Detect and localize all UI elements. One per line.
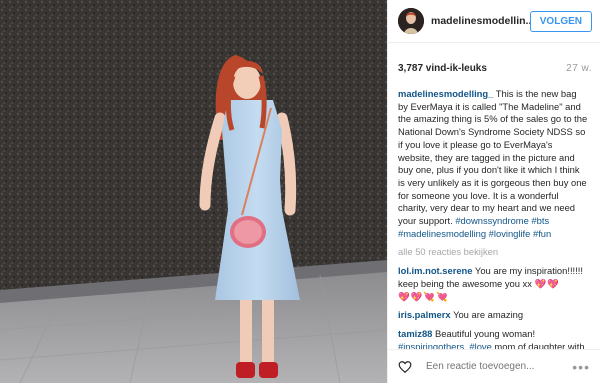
comment-username[interactable]: tamiz88 [398, 328, 432, 339]
comment-item: lol.im.not.serene You are my inspiration… [398, 265, 588, 303]
post-photo[interactable] [0, 0, 387, 383]
comment-text: You are amazing [450, 309, 524, 321]
comment-username[interactable]: lol.im.not.serene [398, 265, 473, 276]
comment-item: iris.palmerx You are amazing [398, 309, 588, 322]
follow-button[interactable]: VOLGEN [529, 10, 592, 32]
post-time[interactable]: 27 w. [566, 63, 592, 74]
comment-username[interactable]: iris.palmerx [398, 309, 451, 320]
post-stats: 3,787 vind-ik-leuks 27 w. [388, 43, 600, 74]
add-comment-input[interactable] [424, 360, 548, 373]
heart-icon[interactable] [398, 360, 412, 374]
comment-bar: ••• [388, 349, 600, 383]
view-all-comments-link[interactable]: alle 50 reacties bekijken [398, 246, 588, 259]
post-image [0, 0, 387, 383]
caption-username[interactable]: madelinesmodelling_ [398, 88, 493, 99]
likes-count[interactable]: 3,787 vind-ik-leuks [398, 63, 487, 74]
heart-emoji-icon: 💖💖💘💘 [398, 290, 449, 302]
post-side-panel: madelinesmodellin... VOLGEN 3,787 vind-i… [387, 0, 600, 383]
post-header: madelinesmodellin... VOLGEN [388, 0, 600, 43]
avatar[interactable] [398, 8, 424, 34]
more-options-icon[interactable]: ••• [572, 359, 590, 375]
post-username[interactable]: madelinesmodellin... [431, 15, 530, 27]
heart-emoji-icon: 💖💖 [534, 277, 560, 289]
caption: madelinesmodelling_ This is the new bag … [398, 88, 588, 240]
comment-list: madelinesmodelling_ This is the new bag … [388, 74, 600, 366]
comment-text: Beautiful young woman! [432, 327, 536, 339]
caption-text: This is the new bag by EverMaya it is ca… [398, 88, 588, 227]
